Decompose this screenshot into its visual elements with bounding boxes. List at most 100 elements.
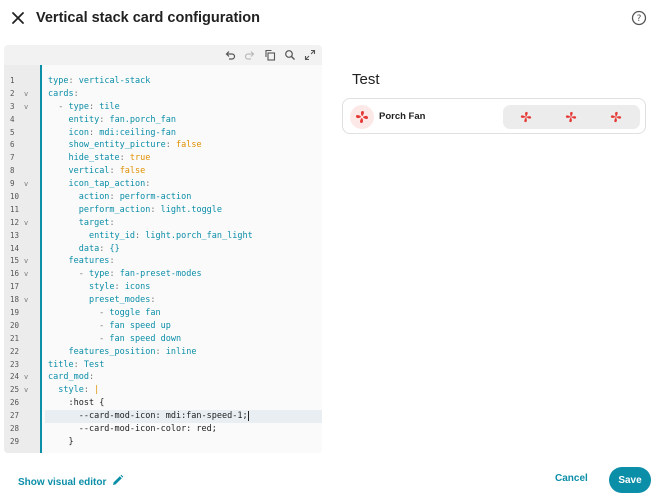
fan-speed-icon[interactable] bbox=[518, 109, 534, 125]
code-line[interactable]: 25 v style: | bbox=[4, 384, 322, 397]
code-text: preset_modes: bbox=[88, 295, 156, 306]
yaml-value: toggle fan bbox=[109, 308, 161, 319]
code-line[interactable]: 7 hide_state: true bbox=[4, 152, 322, 165]
code-line[interactable]: 27 --card-mod-icon: mdi:fan-speed-1; bbox=[4, 410, 322, 423]
code-line[interactable]: 29 } bbox=[4, 436, 322, 449]
line-number: 24 bbox=[10, 372, 20, 382]
fold-chevron-icon[interactable]: v bbox=[24, 88, 28, 101]
code-line[interactable]: 20 - fan speed up bbox=[4, 320, 322, 333]
code-text: features: bbox=[68, 256, 115, 267]
fan-speed-icon[interactable] bbox=[608, 109, 624, 125]
code-text: icon_tap_action: bbox=[68, 179, 151, 190]
search-icon[interactable] bbox=[282, 47, 298, 63]
yaml-key: style bbox=[58, 385, 84, 396]
code-text: action: perform-action bbox=[78, 192, 192, 203]
code-line[interactable]: 15 v features: bbox=[4, 255, 322, 268]
code-text: - type: fan-preset-modes bbox=[48, 269, 202, 280]
yaml-key: style bbox=[88, 282, 115, 293]
line-number: 21 bbox=[10, 333, 20, 343]
tile-card[interactable]: Porch Fan bbox=[342, 98, 646, 134]
code-line[interactable]: 1 type: vertical-stack bbox=[4, 75, 322, 88]
fold-chevron-icon[interactable]: v bbox=[24, 217, 28, 230]
code-line[interactable]: 24 v card_mod: bbox=[4, 371, 322, 384]
code-text: style: | bbox=[58, 385, 100, 396]
code-line[interactable]: 5 icon: mdi:ceiling-fan bbox=[4, 127, 322, 140]
close-icon[interactable] bbox=[6, 6, 30, 30]
yaml-value: tile bbox=[99, 101, 120, 112]
yaml-value: --card-mod-icon: mdi:fan-speed-1; bbox=[78, 411, 248, 422]
undo-icon[interactable] bbox=[222, 47, 238, 63]
code-text: vertical: false bbox=[68, 166, 146, 177]
code-line[interactable]: 6 show_entity_picture: false bbox=[4, 139, 322, 152]
code-text: target: bbox=[78, 217, 115, 228]
code-line[interactable]: 21 - fan speed down bbox=[4, 333, 322, 346]
code-line[interactable]: 14 data: {} bbox=[4, 243, 322, 256]
yaml-value: false bbox=[119, 166, 146, 177]
show-visual-editor-label: Show visual editor bbox=[18, 476, 107, 488]
fan-speed-icon[interactable] bbox=[563, 109, 579, 125]
fold-chevron-icon[interactable]: v bbox=[24, 371, 28, 384]
fold-chevron-icon[interactable]: v bbox=[24, 268, 28, 281]
code-text: features_position: inline bbox=[68, 346, 197, 357]
line-number: 11 bbox=[10, 204, 20, 214]
code-line[interactable]: 8 vertical: false bbox=[4, 165, 322, 178]
code-line[interactable]: 28 --card-mod-icon-color: red; bbox=[4, 423, 322, 436]
yaml-key: title bbox=[48, 359, 74, 370]
yaml-value: true bbox=[129, 153, 151, 164]
cancel-button[interactable]: Cancel bbox=[555, 473, 588, 484]
yaml-key: features_position bbox=[68, 346, 156, 357]
yaml-value: | bbox=[94, 385, 100, 396]
code-line[interactable]: 18 v preset_modes: bbox=[4, 294, 322, 307]
line-number: 6 bbox=[10, 140, 15, 150]
editor-body: 1 type: vertical-stack 2 v cards: 3 v - type: … bbox=[4, 65, 322, 453]
save-button[interactable]: Save bbox=[609, 467, 651, 493]
yaml-code-editor[interactable]: 1 type: vertical-stack 2 v cards: 3 v - type: … bbox=[4, 45, 322, 453]
code-line[interactable]: 13 entity_id: light.porch_fan_light bbox=[4, 230, 322, 243]
code-text: data: {} bbox=[78, 243, 120, 254]
yaml-value: fan.porch_fan bbox=[109, 114, 176, 125]
code-line[interactable]: 3v - type: tile bbox=[4, 101, 322, 114]
fullscreen-icon[interactable] bbox=[302, 47, 318, 63]
code-text: show_entity_picture: false bbox=[68, 140, 202, 151]
code-line[interactable]: 4 entity: fan.porch_fan bbox=[4, 114, 322, 127]
line-number: 2 bbox=[10, 88, 15, 98]
code-line[interactable]: 19 - toggle fan bbox=[4, 307, 322, 320]
yaml-value: false bbox=[175, 140, 202, 151]
yaml-key: vertical bbox=[68, 166, 110, 177]
line-number: 10 bbox=[10, 192, 20, 202]
code-line[interactable]: 11 perform_action: light.toggle bbox=[4, 204, 322, 217]
code-lines[interactable]: 1 type: vertical-stack 2 v cards: 3 v - type: … bbox=[4, 75, 322, 449]
yaml-key: icon_tap_action bbox=[68, 179, 146, 190]
code-line[interactable]: 23 title: Test bbox=[4, 359, 322, 372]
fold-chevron-icon[interactable]: v bbox=[24, 384, 28, 397]
code-text: hide_state: true bbox=[68, 153, 151, 164]
fold-chevron-icon[interactable]: v bbox=[24, 178, 28, 191]
code-line[interactable]: 16 v - type: fan-preset-modes bbox=[4, 268, 322, 281]
svg-text:?: ? bbox=[637, 14, 642, 24]
help-icon[interactable]: ? bbox=[627, 6, 651, 30]
code-text: type: vertical-stack bbox=[48, 76, 151, 86]
code-line[interactable]: 17 style: icons bbox=[4, 281, 322, 294]
fold-chevron-icon[interactable]: v bbox=[24, 255, 28, 268]
yaml-key: hide_state bbox=[68, 153, 120, 164]
redo-icon[interactable] bbox=[242, 47, 258, 63]
code-line[interactable]: 10 action: perform-action bbox=[4, 191, 322, 204]
code-line[interactable]: 26 :host { bbox=[4, 397, 322, 410]
code-text: entity: fan.porch_fan bbox=[68, 114, 176, 125]
line-number: 23 bbox=[10, 359, 20, 369]
code-text: --card-mod-icon: mdi:fan-speed-1; bbox=[45, 410, 322, 423]
copy-icon[interactable] bbox=[262, 47, 278, 63]
show-visual-editor-button[interactable]: Show visual editor bbox=[18, 474, 124, 490]
code-line[interactable]: 12 v target: bbox=[4, 217, 322, 230]
yaml-key: card_mod bbox=[48, 372, 89, 383]
code-line[interactable]: 9v icon_tap_action: bbox=[4, 178, 322, 191]
fold-chevron-icon[interactable]: v bbox=[24, 294, 28, 307]
line-number: 4 bbox=[10, 114, 15, 124]
fold-chevron-icon[interactable]: v bbox=[24, 101, 28, 114]
editor-toolbar bbox=[4, 45, 322, 65]
code-line[interactable]: 22 features_position: inline bbox=[4, 346, 322, 359]
fan-icon[interactable] bbox=[350, 105, 374, 129]
yaml-value: perform-action bbox=[119, 192, 192, 203]
line-number: 12 bbox=[10, 217, 20, 227]
code-line[interactable]: 2 v cards: bbox=[4, 88, 322, 101]
